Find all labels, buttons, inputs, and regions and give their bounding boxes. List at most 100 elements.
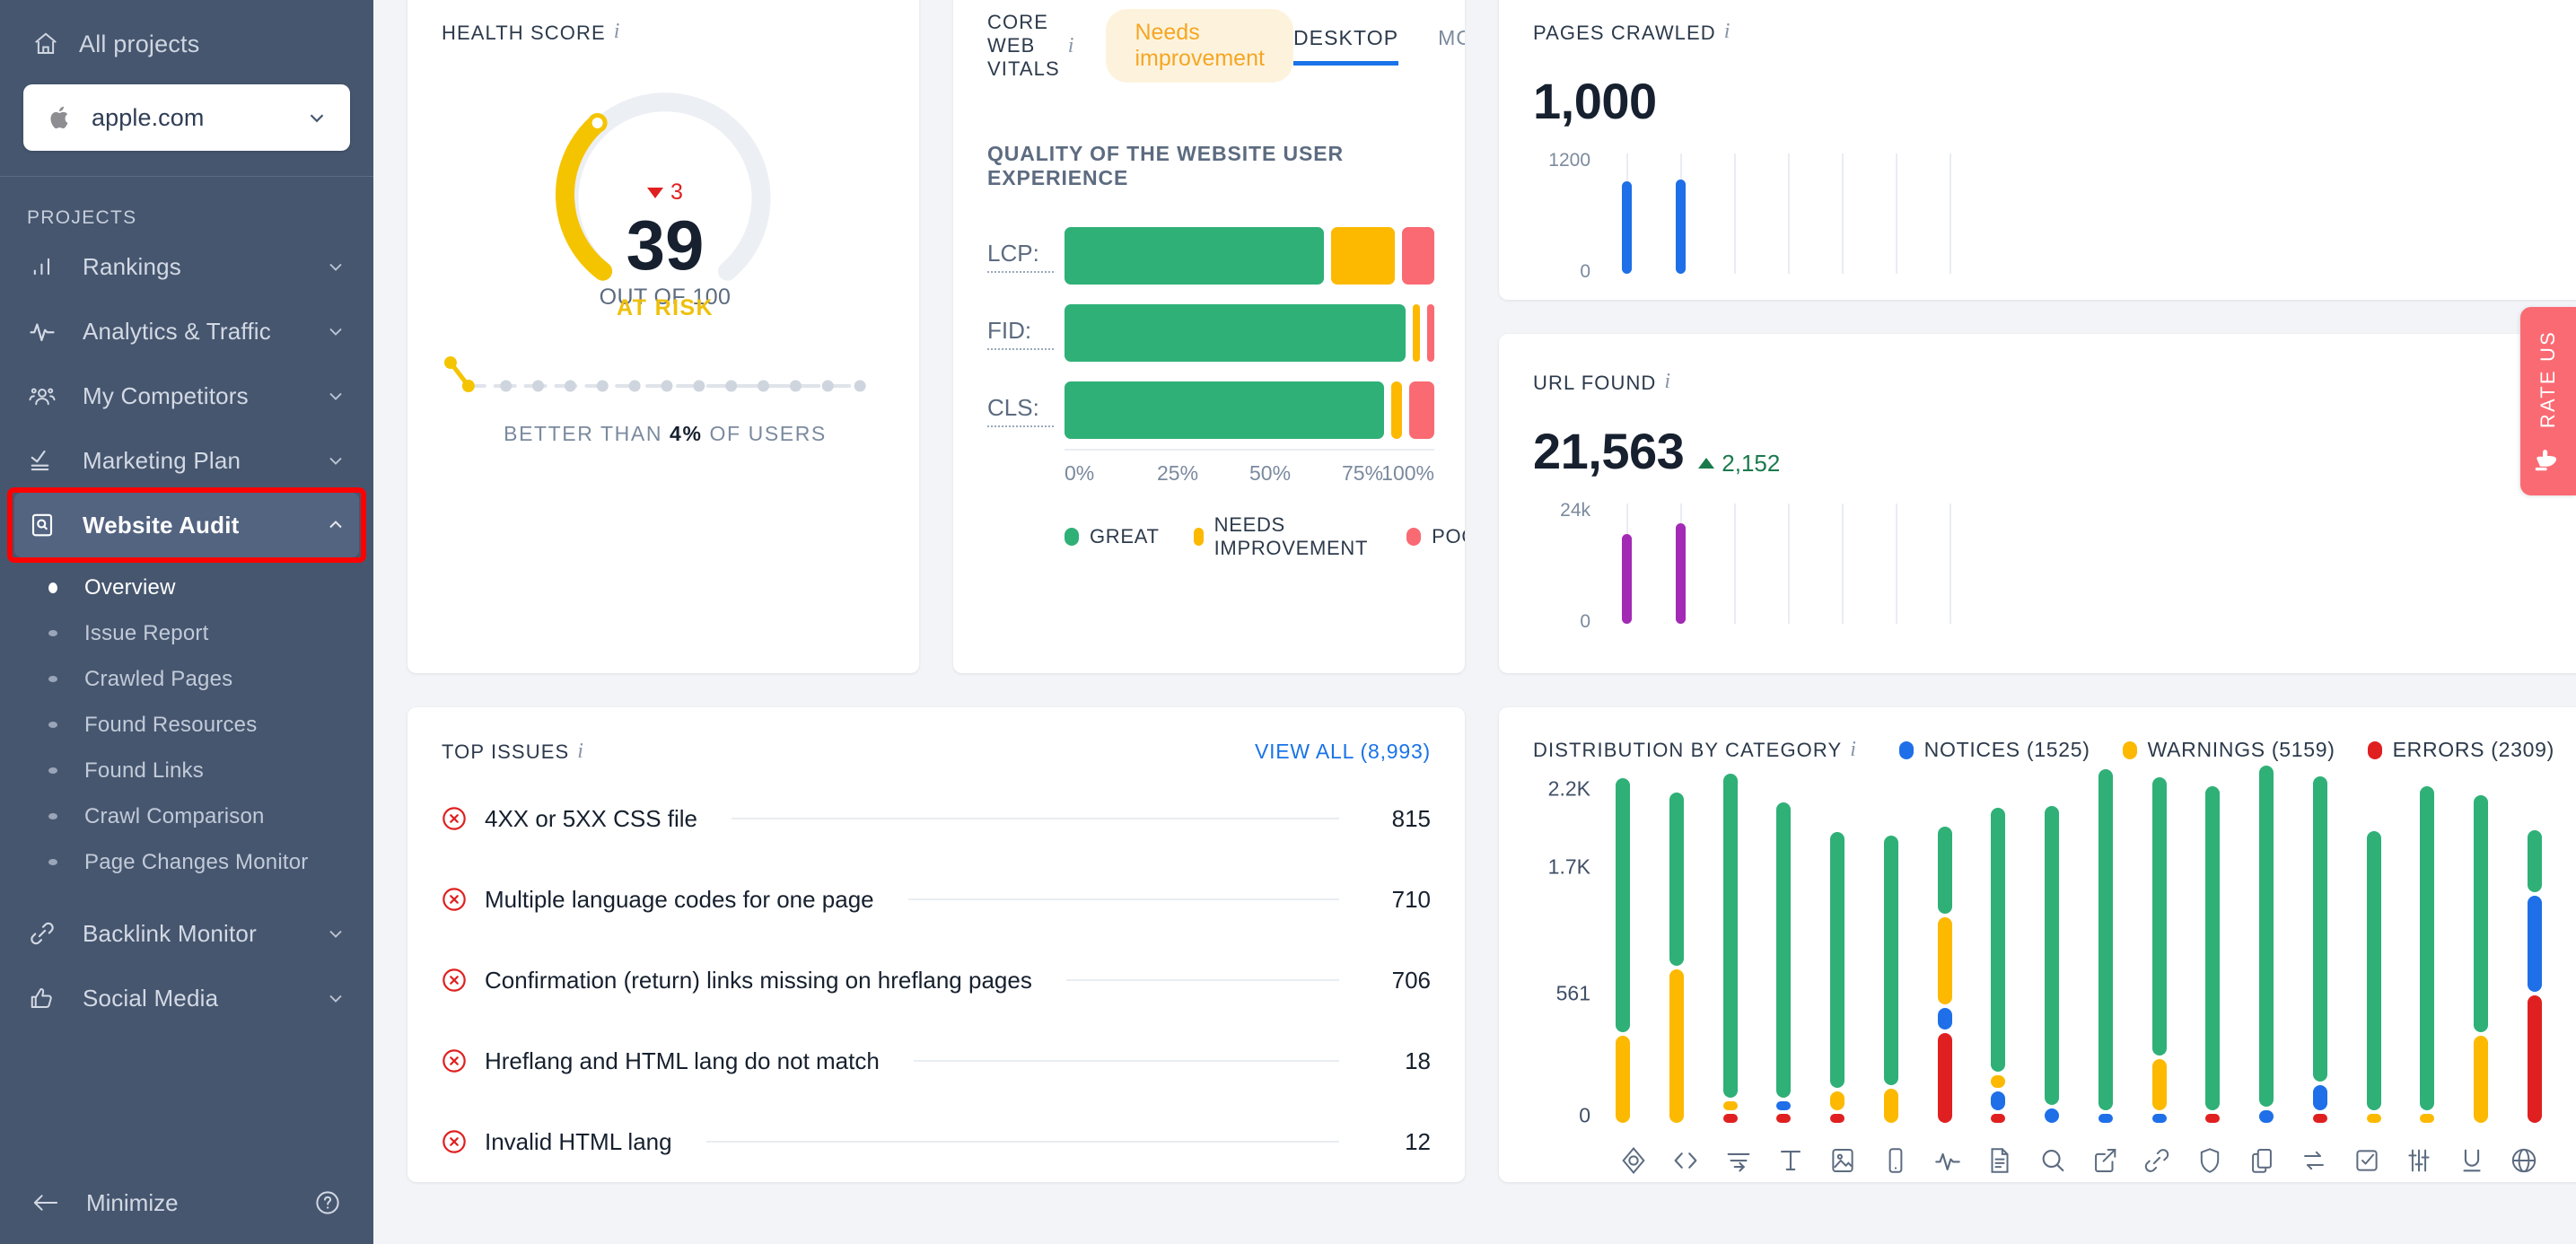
cwv-x-axis: 0% 25% 50% 75% 100% <box>1065 449 1434 490</box>
distribution-column[interactable] <box>2098 768 2113 1123</box>
axis-tick: 50% <box>1249 461 1292 485</box>
sidebar-item-social-media[interactable]: Social Media <box>0 966 373 1030</box>
sidebar-subitem-label: Found Links <box>84 758 204 783</box>
view-all-link[interactable]: VIEW ALL (8,993) <box>1255 740 1431 764</box>
distribution-column[interactable] <box>2366 782 2381 1123</box>
distribution-column[interactable] <box>1722 774 1738 1123</box>
sidebar-item-backlink-monitor[interactable]: Backlink Monitor <box>0 901 373 966</box>
pages-crawled-title-row: PAGES CRAWLED i <box>1533 20 2554 45</box>
text-icon[interactable] <box>1773 1143 1809 1178</box>
performance-icon[interactable] <box>1930 1143 1966 1178</box>
globe-icon[interactable] <box>2506 1143 2542 1178</box>
sidebar-item-rankings[interactable]: Rankings <box>0 234 373 299</box>
info-icon[interactable]: i <box>577 740 583 764</box>
distribution-legend: NOTICES (1525) WARNINGS (5159) ERRORS (2… <box>1898 738 2554 762</box>
status-badge: Needs improvement <box>1106 9 1293 83</box>
sidebar-item-my-competitors[interactable]: My Competitors <box>0 364 373 428</box>
redirect-icon[interactable] <box>1721 1143 1757 1178</box>
distribution-segment-great <box>1669 792 1684 966</box>
rate-us-tab[interactable]: RATE US <box>2520 307 2576 495</box>
settings-sliders-icon[interactable] <box>2401 1143 2437 1178</box>
link-icon[interactable] <box>2139 1143 2175 1178</box>
minimize-row[interactable]: Minimize <box>0 1161 373 1244</box>
indexability-icon[interactable] <box>1616 1143 1652 1178</box>
issue-row[interactable]: Multiple language codes for one page 710 <box>442 859 1431 940</box>
legend-dot <box>1065 528 1079 546</box>
chart-bar <box>1622 181 1632 274</box>
sidebar-top: All projects apple.com <box>0 0 373 151</box>
distribution-column[interactable] <box>2527 782 2542 1123</box>
card-title: DISTRIBUTION BY CATEGORY <box>1533 738 1843 761</box>
underline-icon[interactable] <box>2454 1143 2490 1178</box>
sidebar-item-marketing-plan[interactable]: Marketing Plan <box>0 428 373 493</box>
issue-row[interactable]: 4XX or 5XX CSS file 815 <box>442 778 1431 859</box>
distribution-column[interactable] <box>1830 782 1844 1123</box>
info-icon[interactable]: i <box>1068 34 1074 58</box>
pages-crawled-value: 1,000 <box>1533 73 1657 129</box>
health-gauge: 3 39 OUT OF 100 AT RISK <box>442 47 889 320</box>
sidebar-item-crawl-comparison[interactable]: Crawl Comparison <box>0 793 373 839</box>
distribution-column[interactable] <box>2312 775 2327 1123</box>
tab-mobile[interactable]: MOBILE <box>1438 26 1465 61</box>
tab-desktop[interactable]: DESKTOP <box>1292 26 1399 66</box>
distribution-column[interactable] <box>1669 782 1684 1123</box>
document-icon[interactable] <box>1982 1143 2018 1178</box>
distribution-column[interactable] <box>2259 766 2274 1123</box>
cwv-label[interactable]: CLS: <box>987 394 1054 427</box>
info-icon[interactable]: i <box>1664 370 1670 393</box>
distribution-segment-errors <box>2312 1113 2327 1123</box>
error-x-icon <box>442 1129 467 1154</box>
cwv-row-lcp: LCP: <box>987 217 1434 294</box>
cwv-label[interactable]: FID: <box>987 317 1054 350</box>
sidebar-item-page-changes-monitor[interactable]: Page Changes Monitor <box>0 839 373 885</box>
checkbox-icon[interactable] <box>2349 1143 2385 1178</box>
chart-plot <box>1599 504 2554 640</box>
distribution-segment-notices <box>1776 1100 1792 1110</box>
info-icon[interactable]: i <box>1850 738 1856 762</box>
sidebar-item-crawled-pages[interactable]: Crawled Pages <box>0 656 373 702</box>
cwv-rows: LCP: FID: CLS: <box>987 217 1434 449</box>
info-icon[interactable]: i <box>614 20 620 43</box>
health-gauge-center: 3 39 OUT OF 100 <box>442 180 889 311</box>
distribution-column[interactable] <box>1776 782 1792 1123</box>
sidebar-item-website-audit[interactable]: Website Audit <box>14 493 359 557</box>
axis-tick: 2.2K <box>1547 776 1590 801</box>
axis-tick-top: 24k <box>1560 500 1590 521</box>
cwv-label[interactable]: LCP: <box>987 240 1054 273</box>
issue-count: 12 <box>1405 1127 1431 1155</box>
chevron-down-icon <box>325 923 346 944</box>
project-selector[interactable]: apple.com <box>23 84 350 151</box>
shield-icon[interactable] <box>2192 1143 2228 1178</box>
distribution-column[interactable] <box>2474 782 2488 1123</box>
sidebar-item-found-links[interactable]: Found Links <box>0 748 373 793</box>
issue-row[interactable]: Invalid HTML lang 12 <box>442 1101 1431 1182</box>
bullet-icon <box>48 767 57 774</box>
distribution-column[interactable] <box>2205 782 2221 1123</box>
distribution-column[interactable] <box>1616 778 1630 1123</box>
distribution-column[interactable] <box>2045 782 2059 1123</box>
sidebar-item-issue-report[interactable]: Issue Report <box>0 610 373 656</box>
distribution-column[interactable] <box>1937 782 1952 1123</box>
info-icon[interactable]: i <box>1724 20 1730 43</box>
cwv-bar-group <box>1065 304 1434 362</box>
sidebar-item-found-resources[interactable]: Found Resources <box>0 702 373 748</box>
sidebar-item-analytics-traffic[interactable]: Analytics & Traffic <box>0 299 373 364</box>
health-sparkline <box>442 346 889 409</box>
refresh-icon[interactable] <box>2296 1143 2332 1178</box>
issue-row[interactable]: Hreflang and HTML lang do not match 18 <box>442 1021 1431 1101</box>
image-icon[interactable] <box>1825 1143 1861 1178</box>
bullet-icon <box>48 582 57 593</box>
code-icon[interactable] <box>1668 1143 1704 1178</box>
distribution-column[interactable] <box>2420 782 2435 1123</box>
duplicate-icon[interactable] <box>2244 1143 2280 1178</box>
all-projects-link[interactable]: All projects <box>23 20 350 68</box>
external-link-icon[interactable] <box>2087 1143 2123 1178</box>
issue-row[interactable]: Confirmation (return) links missing on h… <box>442 940 1431 1021</box>
distribution-column[interactable] <box>1991 782 2006 1123</box>
help-icon[interactable] <box>314 1189 341 1216</box>
search-icon[interactable] <box>2035 1143 2071 1178</box>
sidebar-item-overview[interactable]: Overview <box>0 565 373 610</box>
distribution-column[interactable] <box>1883 782 1898 1123</box>
mobile-icon[interactable] <box>1878 1143 1914 1178</box>
distribution-column[interactable] <box>2151 777 2167 1123</box>
